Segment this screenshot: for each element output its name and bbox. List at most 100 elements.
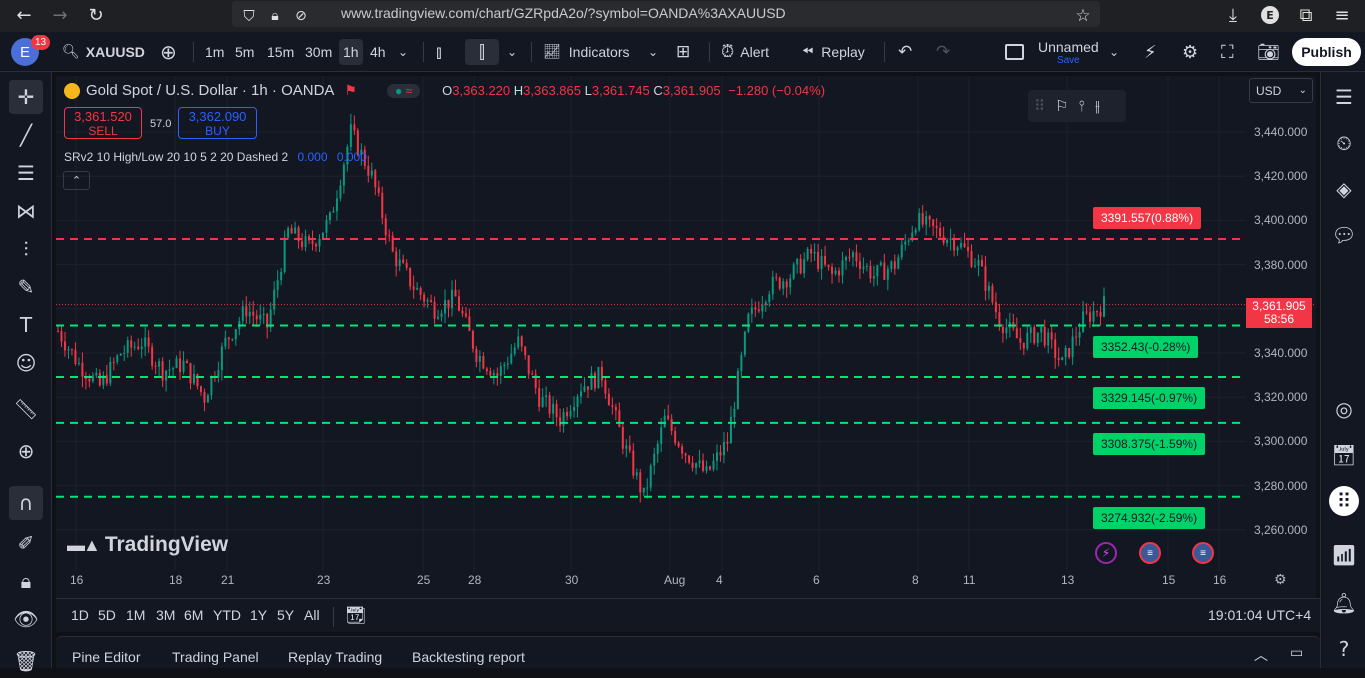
pin-icon[interactable]: ⫯ (1078, 97, 1085, 115)
indicator-legend[interactable]: SRv2 10 High/Low 20 10 5 2 20 Dashed 2 0… (64, 150, 367, 164)
interval-5m[interactable]: 5m (235, 39, 254, 65)
interval-1m[interactable]: 1m (205, 39, 224, 65)
indicators-button[interactable]: 📈︎ Indicators (543, 39, 629, 65)
bar-chart-type-icon[interactable]: ⫾ (436, 39, 442, 65)
vertical-line-icon[interactable]: ⫲ (1095, 97, 1100, 115)
symbol-search[interactable]: 🔍︎ XAUUSD (62, 39, 145, 65)
sell-button[interactable]: 3,361.520 SELL (64, 107, 142, 139)
range-button-ytd[interactable]: YTD (213, 607, 241, 623)
alerts-clock-icon[interactable]: ⏲ (1329, 128, 1359, 158)
support-level-tag[interactable]: 3308.375(-1.59%) (1093, 432, 1206, 455)
reload-icon[interactable]: ↻ (83, 2, 109, 28)
range-button-1m[interactable]: 1M (126, 607, 145, 623)
downloads-icon[interactable]: ⤓ (1220, 2, 1246, 28)
collapse-panel-icon[interactable]: ︿ (1254, 645, 1268, 665)
range-button-1y[interactable]: 1Y (250, 607, 267, 623)
chevron-down-icon[interactable]: ⌄ (1109, 39, 1119, 65)
support-level-tag[interactable]: 3274.932(-2.59%) (1093, 506, 1206, 529)
range-button-1d[interactable]: 1D (71, 607, 89, 623)
redo-icon[interactable]: ↷ (936, 39, 950, 65)
calendar-icon[interactable]: 📅︎ (1329, 440, 1359, 470)
trash-icon[interactable]: 🗑︎ (9, 644, 43, 678)
apps-grid-icon[interactable]: ⠿ (1329, 486, 1359, 516)
fib-icon[interactable]: ⫶ (9, 232, 43, 266)
forward-icon[interactable]: → (47, 2, 73, 28)
bookmark-star-icon[interactable]: ☆ (1070, 3, 1096, 29)
undo-icon[interactable]: ↶ (898, 39, 912, 65)
broadcast-icon[interactable]: 📶︎ (1329, 540, 1359, 570)
axis-settings-icon[interactable]: ⚙︎ (1274, 572, 1287, 588)
stay-in-drawing-icon[interactable]: ✐ (9, 526, 43, 560)
extensions-icon[interactable]: ⧉ (1293, 2, 1319, 28)
currency-select[interactable]: USD ⌄ (1249, 78, 1313, 103)
zoom-in-icon[interactable]: ⊕ (9, 434, 43, 468)
text-tool-icon[interactable]: T (9, 308, 43, 342)
layout-icon[interactable] (1005, 44, 1024, 60)
economic-event-us-flag-icon-2[interactable]: ≡ (1192, 542, 1214, 564)
horizontal-lines-icon[interactable]: ☰ (9, 156, 43, 190)
range-button-5d[interactable]: 5D (98, 607, 116, 623)
collapse-legend-icon[interactable]: ⌃ (63, 171, 90, 190)
eye-visibility-icon[interactable]: 👁︎ (9, 602, 43, 636)
symbol-legend[interactable]: Gold Spot / U.S. Dollar · 1h · OANDA ⚑ ●… (64, 82, 825, 99)
drag-handle-icon[interactable]: ⠿ (1034, 97, 1045, 115)
address-bar[interactable]: ⛉ 🔒︎ ⊘ www.tradingview.com/chart/GZRpdA2… (232, 1, 1100, 27)
trend-line-icon[interactable]: ╱ (9, 118, 43, 152)
back-icon[interactable]: ← (11, 2, 37, 28)
interval-1h-active[interactable]: 1h (339, 39, 363, 65)
go-to-date-icon[interactable]: 📆︎ (345, 606, 367, 626)
quick-search-icon[interactable]: ⚡︎ (1144, 39, 1157, 65)
target-icon[interactable]: ◎ (1329, 394, 1359, 424)
layout-name-button[interactable]: Unnamed Save (1038, 39, 1099, 66)
event-lightning-icon[interactable]: ⚡︎ (1095, 542, 1117, 564)
flag-icon[interactable]: ⚑ (344, 82, 357, 99)
support-level-tag[interactable]: 3352.43(-0.28%) (1093, 335, 1199, 358)
range-button-6m[interactable]: 6M (184, 607, 203, 623)
magnet-icon[interactable]: ∩ (9, 486, 43, 520)
chevron-down-icon[interactable]: ⌄ (648, 39, 658, 65)
menu-icon[interactable]: ≡ (1329, 2, 1355, 28)
layouts-grid-icon[interactable]: ⊞ (676, 39, 690, 65)
profile-icon[interactable]: E (1257, 2, 1283, 28)
ruler-icon[interactable]: 📏︎ (9, 392, 43, 426)
economic-event-us-flag-icon[interactable]: ≡ (1139, 542, 1161, 564)
replay-button[interactable]: ⏪︎ Replay (802, 39, 865, 65)
help-icon[interactable]: ? (1329, 634, 1359, 664)
publish-button[interactable]: Publish (1292, 38, 1361, 66)
ruler-flag-icon[interactable]: ⚐ (1055, 97, 1068, 115)
interval-4h[interactable]: 4h (370, 39, 386, 65)
candles-chart-type-icon[interactable]: ⫿ (465, 39, 499, 65)
layers-icon[interactable]: ◈ (1329, 174, 1359, 204)
shield-icon[interactable]: ⛉ (236, 3, 262, 29)
fullscreen-icon[interactable]: ⛶ (1221, 39, 1234, 65)
interval-30m[interactable]: 30m (305, 39, 332, 65)
support-level-tag[interactable]: 3329.145(-0.97%) (1093, 386, 1206, 409)
tab-backtesting-report[interactable]: Backtesting report (412, 649, 525, 665)
settings-gear-icon[interactable]: ⚙︎ (1182, 39, 1198, 65)
crosshair-icon[interactable]: ✛ (9, 80, 43, 114)
interval-15m[interactable]: 15m (267, 39, 294, 65)
camera-snapshot-icon[interactable]: 📷︎ (1257, 39, 1280, 65)
resistance-level-tag[interactable]: 3391.557(0.88%) (1093, 207, 1202, 230)
emoji-icon[interactable]: ☺ (9, 346, 43, 380)
url-text[interactable]: www.tradingview.com/chart/GZRpdA2o/?symb… (341, 5, 786, 21)
compare-symbol-icon[interactable]: ⊕ (160, 39, 177, 65)
pattern-icon[interactable]: ⋈ (9, 194, 43, 228)
market-status-icon[interactable]: ● ≈ (386, 83, 421, 98)
watchlist-icon[interactable]: ☰ (1329, 82, 1359, 112)
tab-pine-editor[interactable]: Pine Editor (72, 649, 140, 665)
range-button-5y[interactable]: 5Y (277, 607, 294, 623)
lock-drawings-icon[interactable]: 🔒︎ (9, 564, 43, 598)
tab-trading-panel[interactable]: Trading Panel (172, 649, 259, 665)
tradingview-watermark[interactable]: ▬▲ TradingView (67, 533, 228, 557)
chevron-down-icon[interactable]: ⌄ (507, 39, 517, 65)
maximize-panel-icon[interactable]: ▭ (1290, 645, 1303, 661)
lock-icon[interactable]: 🔒︎ (262, 3, 288, 29)
notifications-bell-icon[interactable]: 🔔︎ (1329, 588, 1359, 618)
tab-replay-trading[interactable]: Replay Trading (288, 649, 382, 665)
alert-button[interactable]: ⏰︎ Alert (721, 39, 769, 65)
buy-button[interactable]: 3,362.090 BUY (178, 107, 257, 139)
chat-icon[interactable]: 💬︎ (1329, 220, 1359, 250)
clock-time[interactable]: 19:01:04 UTC+4 (1208, 607, 1311, 623)
permissions-icon[interactable]: ⊘ (288, 3, 314, 29)
